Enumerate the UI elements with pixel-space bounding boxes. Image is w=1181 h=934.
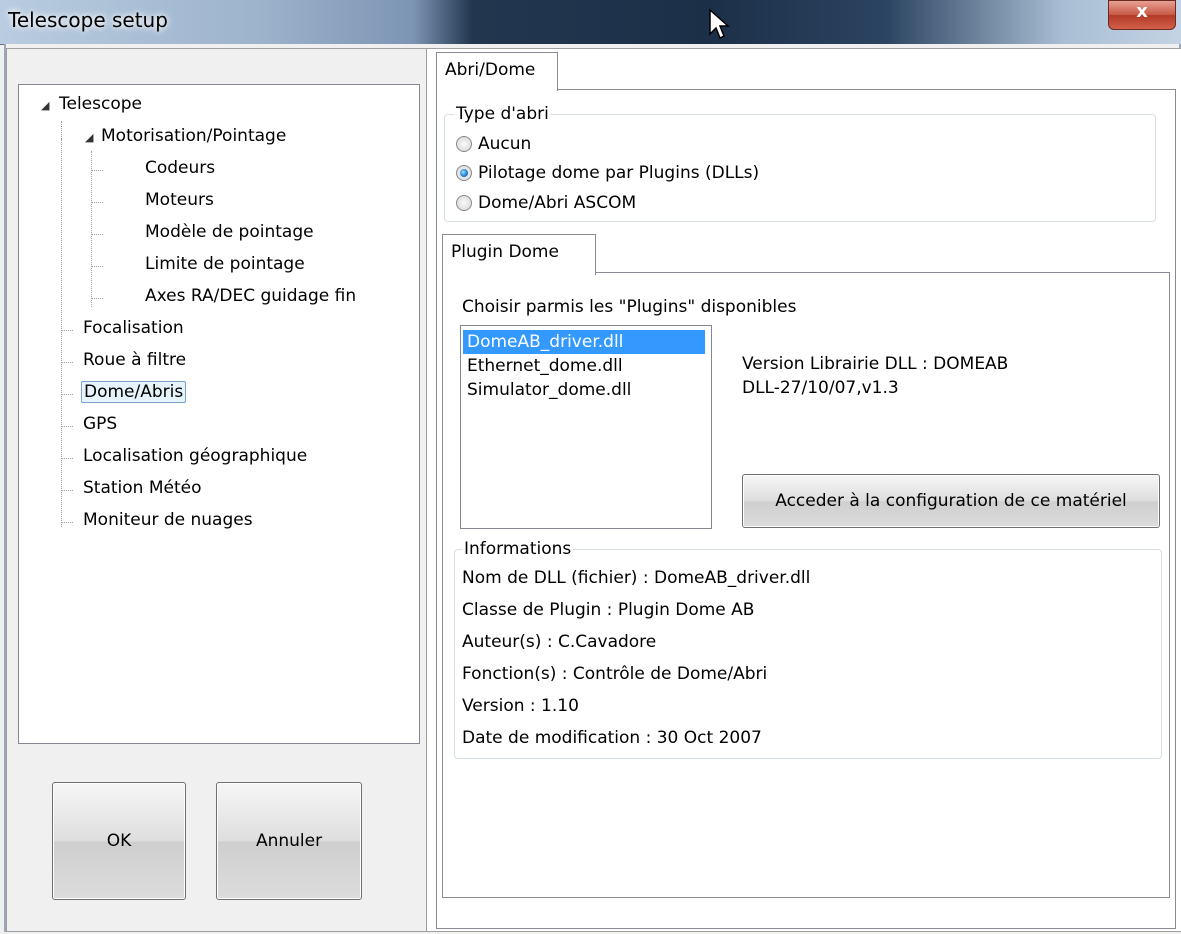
tree-connector	[91, 298, 103, 299]
plugin-list-item[interactable]: DomeAB_driver.dll	[463, 330, 705, 354]
tree-connector	[61, 121, 62, 139]
ok-button[interactable]: OK	[52, 782, 186, 900]
info-author: Auteur(s) : C.Cavadore	[462, 632, 657, 652]
info-dll-name: Nom de DLL (fichier) : DomeAB_driver.dll	[462, 568, 811, 588]
plugin-list-item[interactable]: Ethernet_dome.dll	[463, 354, 705, 378]
close-icon: x	[1136, 1, 1148, 22]
radio-button-icon[interactable]	[456, 195, 472, 211]
tree-item-modele-pointage[interactable]: Modèle de pointage	[145, 221, 314, 245]
tree-connector	[91, 151, 92, 307]
plugin-list-item[interactable]: Simulator_dome.dll	[463, 378, 705, 402]
tree-item-motorisation[interactable]: ◢ Motorisation/Pointage	[85, 125, 286, 149]
info-function: Fonction(s) : Contrôle de Dome/Abri	[462, 664, 768, 684]
configure-hardware-button[interactable]: Acceder à la configuration de ce matérie…	[742, 474, 1160, 528]
info-version: Version : 1.10	[462, 696, 579, 716]
plugin-prompt: Choisir parmis les "Plugins" disponibles	[462, 297, 797, 317]
tree-item-axes-guidage[interactable]: Axes RA/DEC guidage fin	[145, 285, 356, 309]
informations-legend: Informations	[462, 539, 574, 559]
mouse-cursor-icon	[709, 8, 730, 40]
tree-connector	[91, 266, 103, 267]
radio-aucun[interactable]: Aucun	[456, 132, 531, 156]
radio-button-icon[interactable]	[456, 136, 472, 152]
tree-item-focalisation[interactable]: Focalisation	[83, 317, 184, 341]
plugin-listbox[interactable]: DomeAB_driver.dll Ethernet_dome.dll Simu…	[460, 325, 712, 529]
tree-item-dome-abris[interactable]: Dome/Abris	[81, 381, 187, 405]
close-button[interactable]: x	[1108, 0, 1176, 30]
shelter-type-legend: Type d'abri	[454, 104, 551, 124]
tree-connector	[91, 170, 103, 171]
tree-connector	[61, 458, 73, 459]
radio-ascom[interactable]: Dome/Abri ASCOM	[456, 191, 636, 215]
tree-item-limite-pointage[interactable]: Limite de pointage	[145, 253, 305, 277]
tree-item-station-meteo[interactable]: Station Météo	[83, 477, 202, 501]
tree-connector	[91, 202, 103, 203]
tree-connector	[61, 362, 73, 363]
tree-connector	[61, 426, 73, 427]
dll-version-line2: DLL-27/10/07,v1.3	[742, 378, 899, 398]
settings-tree[interactable]: ◢ Telescope ◢ Motorisation/Pointage Codeur…	[18, 84, 420, 744]
tree-item-telescope[interactable]: ◢ Telescope	[41, 93, 142, 117]
tree-item-codeurs[interactable]: Codeurs	[145, 157, 215, 181]
cancel-button[interactable]: Annuler	[216, 782, 362, 900]
tree-connector	[61, 490, 73, 491]
tree-item-localisation[interactable]: Localisation géographique	[83, 445, 307, 469]
expand-triangle-icon[interactable]: ◢	[85, 127, 97, 149]
tree-connector	[61, 330, 73, 331]
tree-connector	[61, 394, 73, 395]
radio-plugins[interactable]: Pilotage dome par Plugins (DLLs)	[456, 161, 759, 185]
tree-item-moteurs[interactable]: Moteurs	[145, 189, 214, 213]
tree-connector	[61, 522, 73, 523]
info-plugin-class: Classe de Plugin : Plugin Dome AB	[462, 600, 755, 620]
title-bar[interactable]: Telescope setup x	[0, 0, 1181, 45]
tree-connector	[91, 234, 103, 235]
tree-connector	[61, 139, 62, 527]
radio-button-checked-icon[interactable]	[456, 165, 472, 181]
tree-item-roue-filtre[interactable]: Roue à filtre	[83, 349, 186, 373]
tab-abri-dome[interactable]: Abri/Dome	[436, 52, 558, 91]
tab-plugin-dome[interactable]: Plugin Dome	[442, 234, 596, 275]
tree-item-moniteur-nuages[interactable]: Moniteur de nuages	[83, 509, 253, 533]
window-title: Telescope setup	[8, 8, 168, 32]
expand-triangle-icon[interactable]: ◢	[41, 95, 53, 117]
dll-version-line1: Version Librairie DLL : DOMEAB	[742, 354, 1009, 374]
tree-item-gps[interactable]: GPS	[83, 413, 117, 437]
info-modification-date: Date de modification : 30 Oct 2007	[462, 728, 762, 748]
